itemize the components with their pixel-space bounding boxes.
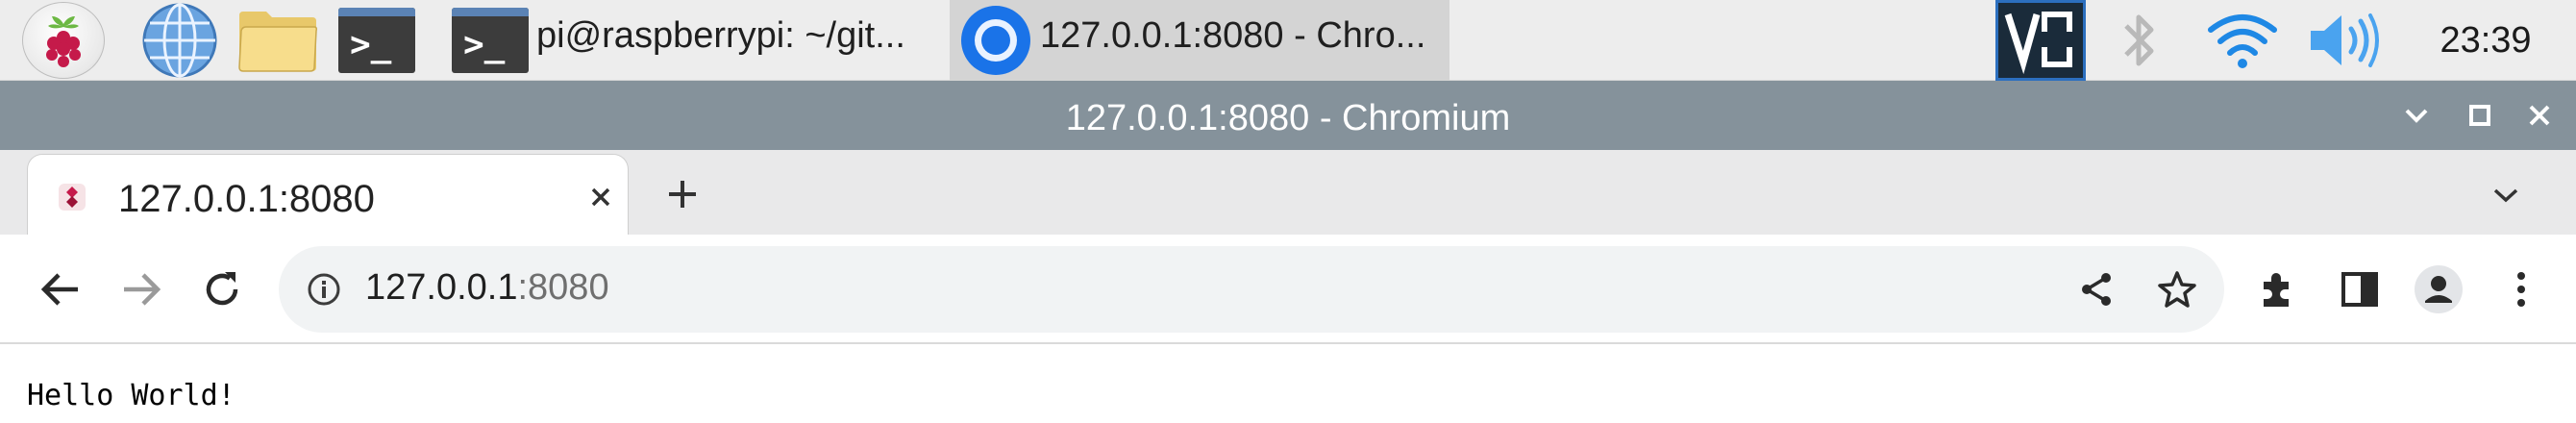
chevron-down-icon (2405, 109, 2428, 123)
terminal-icon: >_ (452, 8, 529, 73)
tab-title: 127.0.0.1:8080 (118, 178, 375, 220)
side-panel-icon (2341, 272, 2378, 307)
vnc-server-tray-button[interactable] (1995, 0, 2086, 81)
tab-search-button[interactable] (2482, 171, 2530, 219)
globe-icon (142, 3, 217, 78)
info-icon (308, 273, 340, 306)
bookmark-button[interactable] (2153, 265, 2201, 313)
browser-toolbar: 127.0.0.1:8080 (0, 235, 2576, 344)
address-bar[interactable]: 127.0.0.1:8080 (279, 246, 2224, 333)
side-panel-button[interactable] (2332, 261, 2388, 317)
volume-tray-button[interactable] (2307, 0, 2380, 81)
forward-button[interactable] (113, 261, 169, 317)
close-window-button[interactable] (2516, 92, 2563, 138)
terminal-icon: >_ (338, 8, 415, 73)
extensions-button[interactable] (2249, 261, 2305, 317)
maximize-icon (2469, 105, 2490, 126)
close-icon (591, 187, 610, 207)
terminal-task-label: pi@raspberrypi: ~/git... (536, 15, 905, 56)
folder-icon (238, 12, 317, 72)
tab-close-button[interactable] (583, 180, 618, 214)
maximize-button[interactable] (2457, 92, 2503, 138)
applications-menu-button[interactable] (21, 0, 106, 81)
page-body-text: Hello World! (27, 379, 235, 412)
share-icon (2082, 273, 2111, 306)
url-port: :8080 (517, 267, 609, 308)
tab-strip: 127.0.0.1:8080 (0, 150, 2576, 236)
page-viewport: Hello World! (0, 344, 2576, 423)
wifi-tray-button[interactable] (2207, 0, 2278, 81)
raspberry-icon (22, 2, 105, 79)
bluetooth-icon (2124, 14, 2154, 66)
terminal-launcher[interactable]: >_ (336, 0, 417, 81)
chevron-down-icon (2493, 188, 2518, 203)
reload-button[interactable] (194, 261, 250, 317)
site-favicon-icon (59, 184, 86, 211)
web-browser-launcher[interactable] (140, 0, 219, 81)
menu-button[interactable] (2493, 261, 2549, 317)
chromium-icon (961, 6, 1030, 75)
site-info-button[interactable] (300, 265, 348, 313)
vnc-icon (1995, 0, 2086, 81)
share-button[interactable] (2072, 265, 2120, 313)
star-icon (2158, 271, 2196, 308)
tab-active[interactable]: 127.0.0.1:8080 (27, 154, 629, 236)
back-button[interactable] (33, 261, 88, 317)
chromium-task-button[interactable]: 127.0.0.1:8080 - Chro... (950, 0, 1449, 81)
file-manager-launcher[interactable] (236, 0, 319, 81)
avatar-icon (2415, 265, 2463, 313)
terminal-task-button[interactable]: >_ pi@raspberrypi: ~/git... (450, 0, 940, 81)
taskbar-clock[interactable]: 23:39 (2409, 0, 2563, 81)
reload-icon (206, 272, 238, 306)
url-host: 127.0.0.1 (365, 267, 518, 308)
url-text[interactable]: 127.0.0.1:8080 (365, 267, 609, 309)
volume-icon (2311, 13, 2379, 67)
minimize-button[interactable] (2393, 92, 2440, 138)
wifi-icon (2208, 14, 2277, 68)
more-vertical-icon (2517, 272, 2525, 307)
chromium-task-label: 127.0.0.1:8080 - Chro... (1040, 15, 1426, 56)
profile-button[interactable] (2411, 261, 2466, 317)
puzzle-icon (2264, 273, 2289, 307)
arrow-right-icon (124, 273, 161, 306)
new-tab-button[interactable] (657, 169, 707, 219)
plus-icon (669, 181, 696, 208)
taskbar: >_ >_ pi@raspberrypi: ~/git... 127.0.0.1… (0, 0, 2576, 81)
close-icon (2529, 105, 2550, 126)
window-titlebar[interactable]: 127.0.0.1:8080 - Chromium (0, 81, 2576, 150)
arrow-left-icon (40, 273, 78, 306)
bluetooth-tray-button[interactable] (2113, 0, 2167, 81)
window-title: 127.0.0.1:8080 - Chromium (1065, 98, 1511, 138)
